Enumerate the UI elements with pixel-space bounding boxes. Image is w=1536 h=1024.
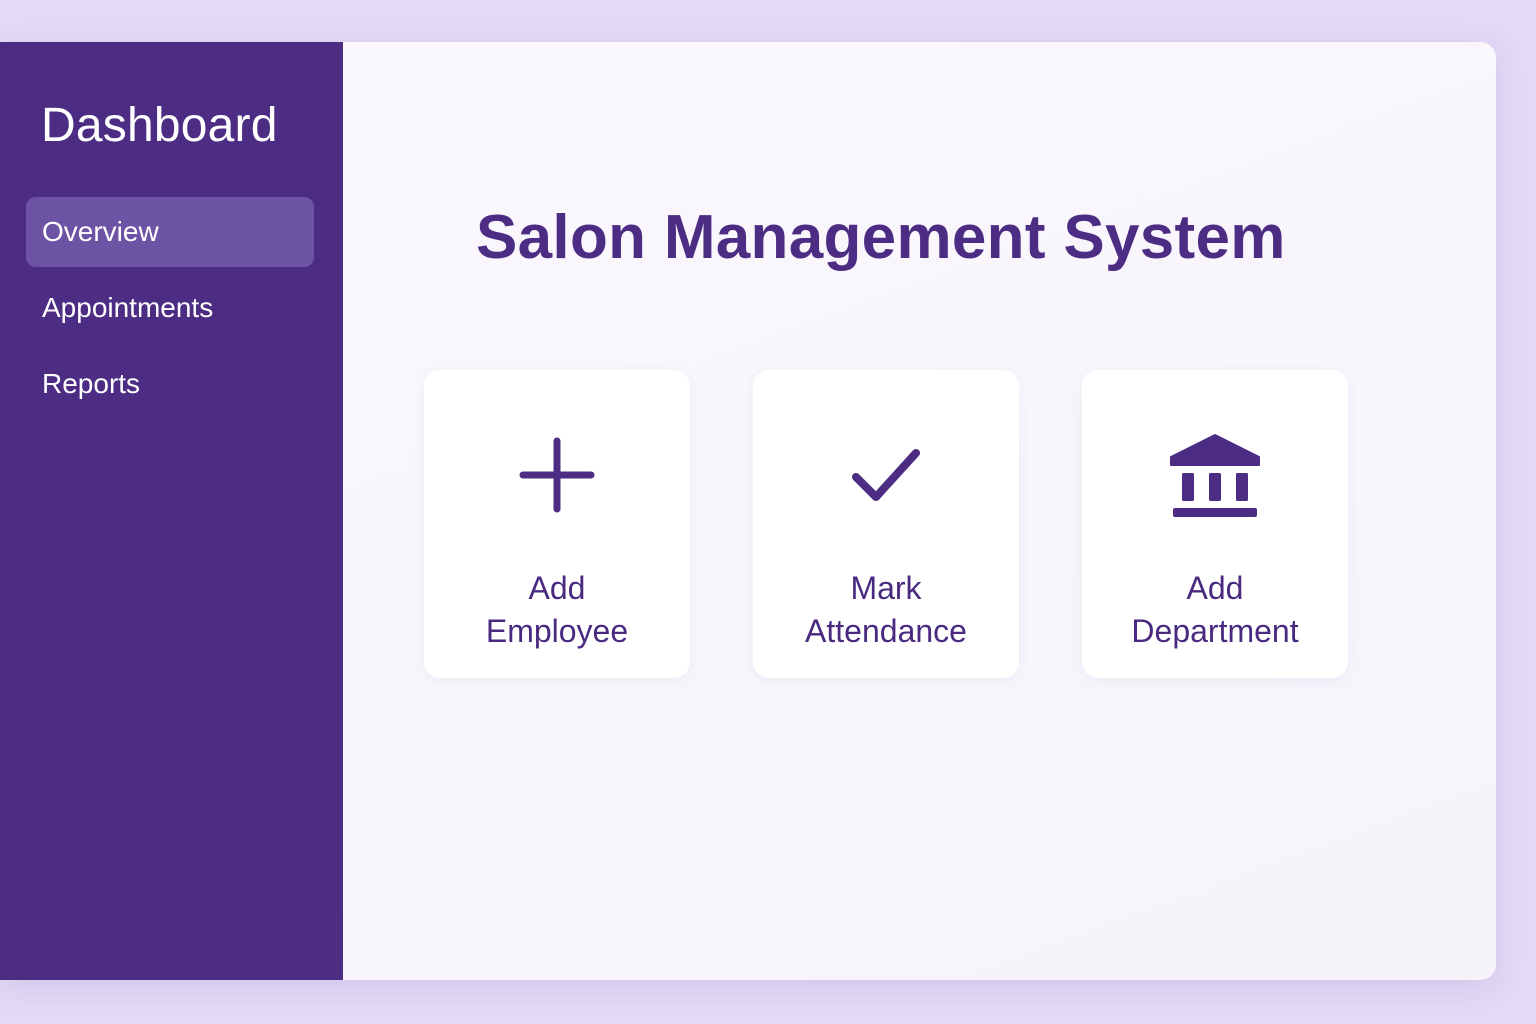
plus-icon <box>507 425 607 525</box>
add-department-card[interactable]: Add Department <box>1082 370 1348 678</box>
sidebar-item-appointments[interactable]: Appointments <box>26 273 314 343</box>
mark-attendance-card[interactable]: Mark Attendance <box>753 370 1019 678</box>
add-employee-label: Add Employee <box>486 567 628 653</box>
card-label-line1: Mark <box>850 570 922 606</box>
card-label-line1: Add <box>528 570 586 606</box>
card-label-line2: Attendance <box>805 613 967 649</box>
mark-attendance-label: Mark Attendance <box>805 567 967 653</box>
sidebar-nav: Overview Appointments Reports <box>26 197 314 425</box>
sidebar-item-overview[interactable]: Overview <box>26 197 314 267</box>
card-label-line1: Add <box>1186 570 1244 606</box>
app-window: Dashboard Overview Appointments Reports … <box>0 42 1496 980</box>
add-department-label: Add Department <box>1131 567 1298 653</box>
page-title: Salon Management System <box>476 203 1286 272</box>
sidebar-item-reports[interactable]: Reports <box>26 349 314 419</box>
sidebar-title: Dashboard <box>41 99 278 152</box>
action-cards: Add Employee Mark Attendance Add Departm… <box>424 370 1348 678</box>
sidebar: Dashboard Overview Appointments Reports <box>0 42 343 980</box>
main-content: Salon Management System Add Employee Mar… <box>343 42 1496 980</box>
card-label-line2: Department <box>1131 613 1299 649</box>
check-icon <box>836 425 936 525</box>
bank-building-icon <box>1165 425 1265 525</box>
card-label-line2: Employee <box>485 613 629 649</box>
add-employee-card[interactable]: Add Employee <box>424 370 690 678</box>
